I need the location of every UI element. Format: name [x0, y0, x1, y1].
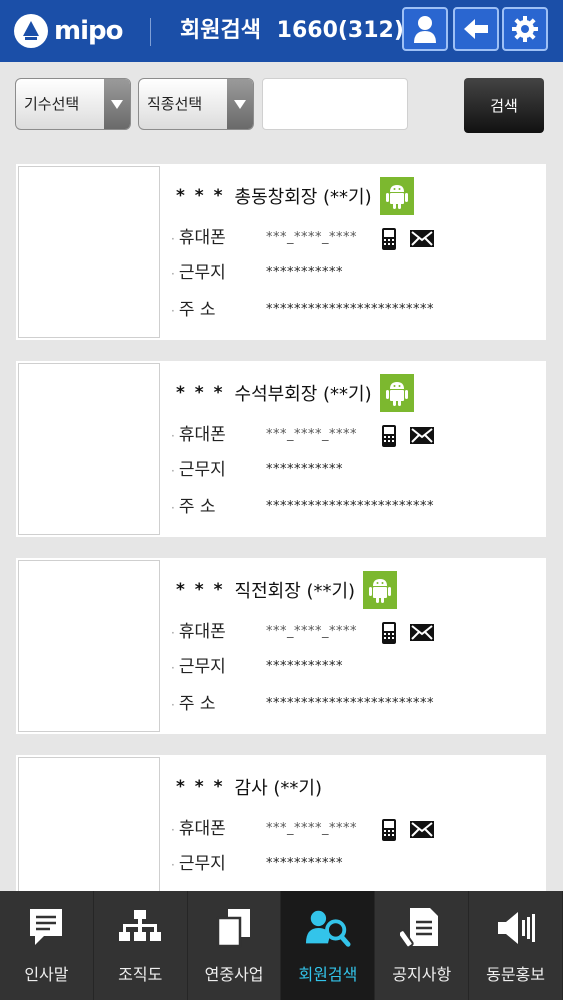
android-icon	[379, 374, 414, 412]
gear-icon	[512, 16, 538, 42]
phone-label: 휴대폰	[178, 622, 226, 642]
mobile-phone-icon[interactable]	[381, 621, 397, 645]
nav-label: 회원검색	[298, 965, 358, 984]
member-count: 1660(312)	[276, 18, 404, 43]
address-label: 주 소	[178, 497, 216, 517]
work-row: · 근무지 ***********	[171, 258, 343, 288]
member-stars: * * *	[176, 383, 225, 403]
notice-icon	[399, 905, 445, 951]
nav-item-org-chart[interactable]: 조직도	[94, 891, 188, 1000]
emblem-icon	[14, 14, 48, 48]
nav-item-notices[interactable]: 공지사항	[375, 891, 470, 1000]
address-label: 주 소	[178, 694, 216, 714]
chevron-down-icon	[104, 79, 130, 129]
work-value: ***********	[266, 265, 343, 280]
class-select-label: 기수선택	[24, 95, 80, 113]
nav-label: 조직도	[118, 965, 163, 984]
phone-label: 휴대폰	[178, 228, 226, 248]
envelope-icon[interactable]	[409, 820, 435, 839]
member-card[interactable]: * * * 총동창회장 (**기) · 휴대폰 ***_****_**** · 근무…	[16, 164, 546, 340]
page-title: 회원검색 1660(312)	[180, 14, 404, 48]
speech-bubble-icon	[23, 905, 69, 951]
phone-row: · 휴대폰 ***_****_****	[171, 223, 471, 253]
member-photo	[18, 363, 160, 535]
page-title-text: 회원검색	[180, 18, 261, 43]
work-row: · 근무지 ***********	[171, 849, 343, 879]
member-card[interactable]: * * * 수석부회장 (**기) · 휴대폰 ***_****_**** · 근무…	[16, 361, 546, 537]
nav-item-alumni-promo[interactable]: 동문홍보	[469, 891, 563, 1000]
member-name: 직전회장 (**기)	[234, 581, 356, 602]
work-label: 근무지	[178, 263, 226, 283]
logo-text: mipo	[54, 16, 123, 46]
member-photo	[18, 560, 160, 732]
speaker-icon	[493, 905, 539, 951]
member-stars: * * *	[176, 580, 225, 600]
work-label: 근무지	[178, 460, 226, 480]
nav-label: 연중사업	[204, 965, 264, 984]
nav-label: 공지사항	[392, 965, 452, 984]
phone-value: ***_****_****	[266, 230, 357, 245]
phone-row: · 휴대폰 ***_****_****	[171, 420, 471, 450]
android-icon	[379, 177, 414, 215]
job-select-label: 직종선택	[147, 95, 203, 113]
work-label: 근무지	[178, 657, 226, 677]
android-icon	[363, 571, 398, 609]
envelope-icon[interactable]	[409, 426, 435, 445]
address-row: · 주 소 ************************	[171, 689, 434, 719]
header-divider	[150, 18, 151, 46]
work-value: ***********	[266, 659, 343, 674]
phone-row: · 휴대폰 ***_****_****	[171, 617, 471, 647]
work-row: · 근무지 ***********	[171, 652, 343, 682]
phone-value: ***_****_****	[266, 821, 357, 836]
address-value: ************************	[266, 696, 434, 711]
keyword-input[interactable]	[262, 78, 408, 130]
member-card[interactable]: * * * 직전회장 (**기) · 휴대폰 ***_****_**** · 근무지…	[16, 558, 546, 734]
phone-row: · 휴대폰 ***_****_****	[171, 814, 471, 844]
member-stars: * * *	[176, 186, 225, 206]
member-photo	[18, 166, 160, 338]
address-row: · 주 소 ************************	[171, 295, 434, 325]
envelope-icon[interactable]	[409, 229, 435, 248]
org-chart-icon	[117, 905, 163, 951]
work-value: ***********	[266, 462, 343, 477]
mobile-phone-icon[interactable]	[381, 227, 397, 251]
documents-icon	[211, 905, 257, 951]
nav-label: 동문홍보	[486, 965, 545, 984]
phone-value: ***_****_****	[266, 427, 357, 442]
address-label: 주 소	[178, 300, 216, 320]
member-name: 총동창회장 (**기)	[234, 187, 372, 208]
mobile-phone-icon[interactable]	[381, 424, 397, 448]
nav-item-member-search[interactable]: 회원검색	[281, 891, 376, 1000]
nav-item-annual-events[interactable]: 연중사업	[188, 891, 282, 1000]
address-value: ************************	[266, 302, 434, 317]
nav-label: 인사말	[24, 965, 69, 984]
address-row: · 주 소 ************************	[171, 492, 434, 522]
nav-item-greeting[interactable]: 인사말	[0, 891, 94, 1000]
phone-label: 휴대폰	[178, 819, 226, 839]
address-value: ************************	[266, 499, 434, 514]
member-name: 수석부회장 (**기)	[234, 384, 372, 405]
phone-label: 휴대폰	[178, 425, 226, 445]
settings-button[interactable]	[502, 7, 548, 51]
phone-value: ***_****_****	[266, 624, 357, 639]
member-search-icon	[305, 905, 351, 951]
job-select[interactable]: 직종선택	[138, 78, 254, 130]
member-name: 감사 (**기)	[234, 778, 322, 799]
person-icon	[414, 16, 436, 43]
bottom-nav: 인사말 조직도 연중사업 회원검색 공지사항 동문홍보	[0, 891, 563, 1000]
work-value: ***********	[266, 856, 343, 871]
work-row: · 근무지 ***********	[171, 455, 343, 485]
class-select[interactable]: 기수선택	[15, 78, 131, 130]
member-stars: * * *	[176, 777, 225, 797]
mipo-logo: mipo	[14, 14, 123, 48]
app-header: mipo 회원검색 1660(312)	[0, 0, 563, 62]
work-label: 근무지	[178, 854, 226, 874]
chevron-down-icon	[227, 79, 253, 129]
my-profile-button[interactable]	[402, 7, 448, 51]
envelope-icon[interactable]	[409, 623, 435, 642]
search-button[interactable]: 검색	[464, 78, 544, 133]
mobile-phone-icon[interactable]	[381, 818, 397, 842]
back-button[interactable]	[453, 7, 499, 51]
back-arrow-icon	[464, 19, 488, 39]
